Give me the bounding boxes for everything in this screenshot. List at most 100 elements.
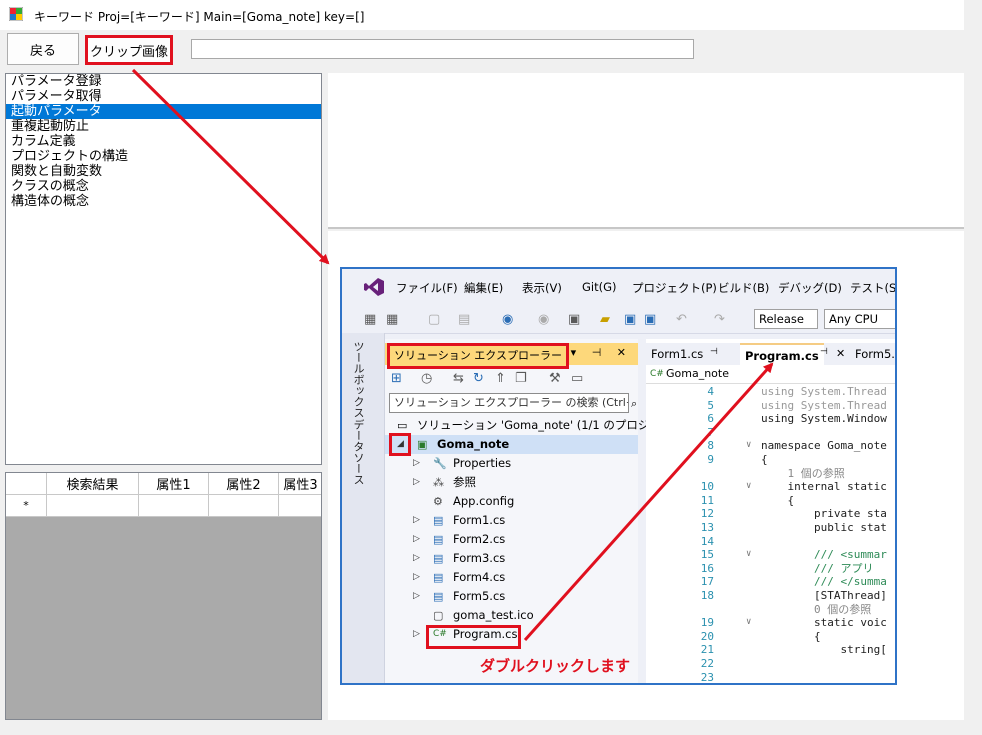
- topic-list-item[interactable]: パラメータ登録: [6, 74, 321, 89]
- code-line: 9{: [646, 453, 895, 466]
- code-line: 16 /// アプリ: [646, 561, 895, 575]
- status-strip: [0, 720, 982, 735]
- grid-cell[interactable]: [47, 495, 139, 517]
- tree-item: ▷ ▤ Form2.cs: [385, 530, 638, 549]
- code-line: 6 using System.Window: [646, 412, 895, 425]
- back-button[interactable]: 戻る: [7, 33, 79, 65]
- topic-list[interactable]: パラメータ登録 パラメータ取得 起動パラメータ 重複起動防止 カラム定義 プロジェクトの構…: [5, 73, 322, 465]
- code-text: private sta: [761, 507, 887, 521]
- form-icon: ▤: [433, 514, 444, 527]
- vs-menu-git: Git(G): [582, 280, 617, 294]
- vs-menu-file: ファイル(F): [396, 281, 458, 295]
- fold-toggle-icon: ∨: [746, 440, 752, 451]
- grid-cell[interactable]: [279, 495, 321, 517]
- content-text-area[interactable]: [328, 73, 964, 229]
- window-title: キーワード Proj=[キーワード] Main=[Goma_note] key=…: [34, 10, 365, 24]
- new-project-icon: ▣: [568, 312, 581, 327]
- code-line: 20 {: [646, 629, 895, 643]
- code-line: 15 ∨ /// <summar: [646, 548, 895, 562]
- csharp-icon: C#: [650, 369, 664, 379]
- code-text: /// <summar: [761, 548, 887, 562]
- close-tab-icon: ✕: [836, 347, 846, 360]
- datasource-tab: データソース: [352, 419, 365, 485]
- grid-header-attr3[interactable]: 属性3: [279, 473, 321, 495]
- tree-item-label: Properties: [453, 456, 512, 470]
- fold-toggle-icon: ∨: [746, 617, 752, 628]
- grid-cell[interactable]: [209, 495, 279, 517]
- visual-studio-logo-icon: [364, 278, 384, 296]
- grid-header-search-result[interactable]: 検索結果: [47, 473, 139, 495]
- clip-image-button[interactable]: クリップ画像: [85, 35, 173, 65]
- topic-list-item[interactable]: カラム定義: [6, 134, 321, 149]
- line-number: 9: [707, 453, 714, 466]
- grid-header-attr1[interactable]: 属性1: [139, 473, 209, 495]
- code-line: 17 /// </summa: [646, 575, 895, 588]
- line-number: 23: [700, 670, 714, 684]
- line-number: 20: [700, 629, 714, 643]
- code-line: 23: [646, 670, 895, 684]
- code-line: 18 [STAThread]: [646, 589, 895, 602]
- line-number: 22: [700, 657, 714, 670]
- collapsed-arrow-icon: ▷: [413, 591, 420, 601]
- topic-list-item[interactable]: 重複起動防止: [6, 119, 321, 134]
- se-search-input: ソリューション エクスプローラー の検索 (Ctrl+;): [389, 393, 629, 413]
- code-line: 5 using System.Thread: [646, 398, 895, 412]
- vs-menu-debug: デバッグ(D): [778, 281, 842, 295]
- tree-project: ◢ ▣ Goma_note: [385, 435, 638, 454]
- form-icon: ▤: [433, 552, 444, 565]
- topic-list-item[interactable]: 構造体の概念: [6, 194, 321, 209]
- collapsed-arrow-icon: ▷: [413, 458, 420, 468]
- line-number: 14: [700, 534, 714, 548]
- code-text: /// アプリ: [761, 561, 874, 575]
- grid-header-attr2[interactable]: 属性2: [209, 473, 279, 495]
- grid-cell[interactable]: [139, 495, 209, 517]
- grid-new-row[interactable]: *: [6, 495, 321, 517]
- save-all-icon: ▣: [644, 312, 657, 327]
- topic-list-item[interactable]: プロジェクトの構造: [6, 149, 321, 164]
- topic-list-item[interactable]: クラスの概念: [6, 179, 321, 194]
- editor-tab-form1: Form1.cs: [651, 347, 704, 361]
- navigate-back-icon: ◉: [502, 312, 514, 327]
- fold-toggle-icon: ∨: [746, 549, 752, 560]
- expand-highlight-box: [389, 433, 411, 456]
- path-input[interactable]: [191, 39, 694, 59]
- code-text: string[: [761, 643, 887, 657]
- config-icon: ⚙: [433, 495, 443, 508]
- grid-header-corner: [6, 473, 47, 495]
- code-text: 0 個の参照: [761, 602, 872, 616]
- search-results-grid[interactable]: 検索結果 属性1 属性2 属性3 *: [5, 472, 322, 720]
- refresh-icon: ↻: [473, 371, 484, 386]
- tree-item: ⚙ App.config: [385, 492, 638, 511]
- code-text: {: [761, 453, 768, 466]
- publish-icon: ▤: [458, 312, 471, 327]
- save-icon: ▣: [624, 312, 637, 327]
- code-line: 13 public stat: [646, 521, 895, 534]
- code-editor: Form1.cs ⊣ Program.cs ⊣ ✕ Form5.c C# Gom…: [646, 339, 897, 684]
- editor-tab-form5: Form5.c: [855, 347, 897, 361]
- code-text: static voic: [761, 616, 887, 630]
- topic-list-item[interactable]: パラメータ取得: [6, 89, 321, 104]
- topic-list-item[interactable]: 関数と自動変数: [6, 164, 321, 179]
- new-item-icon: ▢: [428, 312, 441, 327]
- code-line: 0 個の参照: [646, 602, 895, 616]
- tree-item-label: App.config: [453, 494, 515, 508]
- fold-toggle-icon: ∨: [746, 481, 752, 492]
- code-text: using System.Thread: [761, 398, 887, 412]
- se-toolbar: ⊞ ◷ ⇆ ↻ ⇑ ❐ ⚒ ▭: [385, 367, 638, 391]
- code-line: 1 個の参照: [646, 466, 895, 480]
- switch-views-icon: ⊞: [391, 371, 402, 386]
- search-icon: ⌕: [631, 397, 638, 410]
- pending-changes-icon: ◷: [421, 371, 433, 386]
- tree-item-label: Form2.cs: [453, 532, 506, 546]
- solution-config-select: Release: [754, 309, 818, 329]
- show-all-files-icon: ❐: [515, 371, 527, 386]
- sync-icon: ⇆: [453, 371, 464, 386]
- navigate-forward-icon: ◉: [538, 312, 550, 327]
- se-window-controls-icon: ▾ ⊣ ✕: [570, 346, 632, 359]
- code-text: 1 個の参照: [761, 466, 845, 480]
- line-number: 15: [700, 548, 714, 562]
- topic-list-item[interactable]: 起動パラメータ: [6, 104, 321, 119]
- collapsed-arrow-icon: ▷: [413, 629, 420, 639]
- app-icon: [9, 7, 23, 21]
- tree-item: ▷ ▤ Form3.cs: [385, 549, 638, 568]
